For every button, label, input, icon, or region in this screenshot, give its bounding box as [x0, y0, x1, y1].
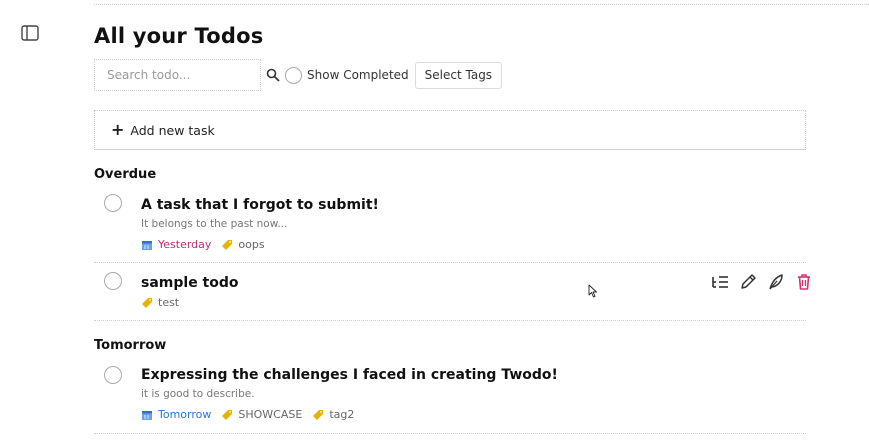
tag[interactable]: test [141, 296, 179, 309]
tag-icon [142, 297, 152, 308]
tag-label: SHOWCASE [238, 408, 303, 421]
calendar-icon [142, 240, 152, 250]
add-task-label: Add new task [130, 122, 215, 138]
tag[interactable]: oops [221, 238, 265, 251]
sidebar-toggle-icon[interactable] [21, 25, 39, 41]
search-input[interactable] [94, 59, 261, 91]
due-date: Tomorrow [141, 408, 211, 421]
feather-icon[interactable] [766, 272, 786, 292]
section-title-overdue: Overdue [94, 167, 157, 182]
trash-icon[interactable] [794, 272, 814, 292]
due-date: Yesterday [141, 238, 211, 251]
tag[interactable]: SHOWCASE [221, 408, 302, 421]
mouse-cursor-icon [588, 284, 597, 298]
task-meta: Yesterday oops [141, 238, 275, 251]
task-title: sample todo [141, 275, 239, 291]
top-divider [94, 4, 869, 5]
task-description: it is good to describe. [141, 388, 255, 400]
show-completed-toggle[interactable] [285, 66, 302, 84]
show-completed-label: Show Completed [307, 68, 409, 82]
select-tags-button[interactable]: Select Tags [414, 61, 503, 89]
task-actions [702, 272, 814, 292]
subtasks-icon[interactable] [710, 272, 730, 292]
task-description: It belongs to the past now... [141, 218, 288, 230]
section-title-tomorrow: Tomorrow [94, 338, 167, 353]
task-item[interactable]: sample todo test [94, 272, 810, 321]
task-title: Expressing the challenges I faced in cre… [141, 367, 558, 383]
task-complete-checkbox[interactable] [104, 366, 122, 384]
task-title: A task that I forgot to submit! [141, 197, 379, 213]
task-meta: test [141, 296, 189, 309]
search-icon[interactable] [266, 68, 280, 82]
bottom-divider [94, 433, 806, 434]
add-task-button[interactable]: + Add new task [94, 110, 806, 150]
task-item[interactable]: A task that I forgot to submit! It belon… [94, 194, 806, 263]
task-complete-checkbox[interactable] [104, 194, 122, 212]
tag-icon [313, 409, 324, 420]
due-date-label: Yesterday [158, 238, 212, 251]
due-date-label: Tomorrow [158, 408, 212, 421]
todo-app: All your Todos Show Completed Select Tag… [0, 0, 869, 443]
tag-label: tag2 [329, 408, 355, 421]
task-meta: Tomorrow SHOWCASE tag2 [141, 408, 364, 421]
filter-bar: Show Completed Select Tags [94, 59, 503, 91]
calendar-icon [142, 410, 152, 420]
task-complete-checkbox[interactable] [104, 272, 122, 290]
tag-icon [222, 239, 233, 250]
tag-label: test [158, 296, 180, 309]
tag-label: oops [238, 238, 265, 251]
tag-icon [222, 409, 233, 420]
plus-icon: + [111, 120, 125, 139]
pencil-icon[interactable] [738, 272, 758, 292]
task-item[interactable]: Expressing the challenges I faced in cre… [94, 366, 806, 433]
page-title: All your Todos [94, 24, 264, 48]
tag[interactable]: tag2 [312, 408, 354, 421]
